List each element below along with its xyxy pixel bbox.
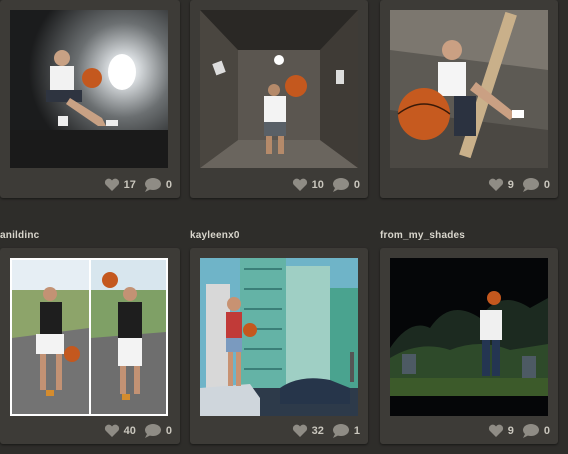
like-count[interactable]: 32 (292, 424, 324, 438)
heart-icon (292, 424, 307, 437)
like-number: 10 (311, 178, 324, 191)
speech-bubble-icon (332, 424, 349, 438)
comment-number: 0 (543, 178, 550, 191)
photo-card: 9 0 (380, 0, 558, 198)
speech-bubble-icon (522, 424, 539, 438)
comment-number: 1 (353, 424, 360, 437)
comment-number: 0 (353, 178, 360, 191)
username-link[interactable]: kayleenx0 (190, 230, 240, 241)
photo-thumbnail[interactable] (390, 258, 548, 416)
post-stats: 32 1 (284, 423, 360, 438)
like-count[interactable]: 10 (292, 178, 324, 192)
photo-thumbnail[interactable] (390, 10, 548, 168)
speech-bubble-icon (144, 424, 161, 438)
like-count[interactable]: 9 (488, 178, 514, 192)
post-stats: 9 0 (480, 423, 550, 438)
speech-bubble-icon (522, 178, 539, 192)
heart-icon (104, 178, 119, 191)
comment-count[interactable]: 0 (332, 177, 360, 192)
like-count[interactable]: 9 (488, 424, 514, 438)
photo-card: 32 1 (190, 248, 368, 444)
photo-card: 9 0 (380, 248, 558, 444)
heart-icon (104, 424, 119, 437)
photo-card: 17 0 (0, 0, 180, 198)
post-stats: 9 0 (480, 177, 550, 192)
photo-card: 10 0 (190, 0, 368, 198)
like-number: 32 (311, 424, 324, 437)
comment-count[interactable]: 0 (144, 177, 172, 192)
comment-count[interactable]: 1 (332, 423, 360, 438)
post-stats: 17 0 (96, 177, 172, 192)
comment-count[interactable]: 0 (144, 423, 172, 438)
photo-thumbnail[interactable] (200, 258, 358, 416)
comment-number: 0 (543, 424, 550, 437)
like-number: 9 (507, 178, 514, 191)
username-link[interactable]: from_my_shades (380, 230, 465, 241)
photo-thumbnail[interactable] (10, 258, 168, 416)
like-number: 40 (123, 424, 136, 437)
post-stats: 10 0 (284, 177, 360, 192)
like-number: 17 (123, 178, 136, 191)
heart-icon (292, 178, 307, 191)
photo-thumbnail[interactable] (10, 10, 168, 168)
post-stats: 40 0 (96, 423, 172, 438)
like-count[interactable]: 40 (104, 424, 136, 438)
photo-thumbnail[interactable] (200, 10, 358, 168)
username-link[interactable]: anildinc (0, 230, 39, 241)
like-count[interactable]: 17 (104, 178, 136, 192)
comment-count[interactable]: 0 (522, 423, 550, 438)
comment-count[interactable]: 0 (522, 177, 550, 192)
heart-icon (488, 178, 503, 191)
comment-number: 0 (165, 178, 172, 191)
like-number: 9 (507, 424, 514, 437)
speech-bubble-icon (332, 178, 349, 192)
speech-bubble-icon (144, 178, 161, 192)
heart-icon (488, 424, 503, 437)
comment-number: 0 (165, 424, 172, 437)
photo-card: 40 0 (0, 248, 180, 444)
